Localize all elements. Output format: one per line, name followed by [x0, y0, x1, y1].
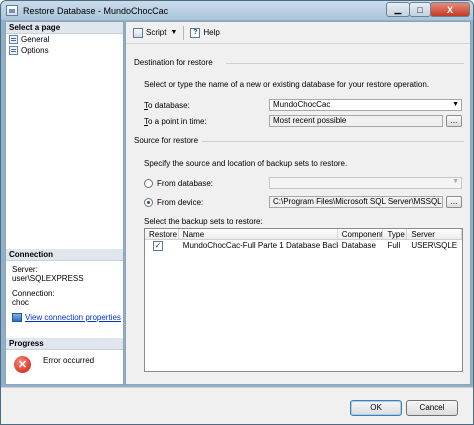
- minimize-button[interactable]: ▁: [386, 2, 410, 17]
- table-row[interactable]: ✓ MundoChocCac-Full Parte 1 Database Bac…: [145, 240, 462, 252]
- page-icon: [9, 35, 18, 44]
- restore-database-window: Restore Database - MundoChocCac ▁ □ X Se…: [0, 0, 474, 425]
- point-in-time-browse-button[interactable]: ...: [446, 115, 462, 127]
- left-pane: Select a page General Options Connection…: [5, 21, 124, 385]
- chevron-down-icon: ▼: [452, 178, 459, 185]
- progress-status[interactable]: ✕ Error occurred: [6, 350, 123, 373]
- page-item-options[interactable]: Options: [6, 45, 123, 56]
- maximize-button[interactable]: □: [409, 2, 431, 17]
- restore-cell: ✓: [145, 240, 179, 252]
- column-header-type[interactable]: Type: [383, 229, 408, 239]
- link-label: View connection properties: [25, 313, 121, 322]
- close-icon: X: [446, 4, 453, 15]
- window-controls: ▁ □ X: [386, 2, 470, 17]
- close-button[interactable]: X: [430, 2, 470, 17]
- connection-value: choc: [12, 298, 29, 307]
- point-in-time-field: Most recent possible: [269, 115, 443, 127]
- select-backup-sets-label: Select the backup sets to restore:: [144, 217, 263, 226]
- server-cell: USER\SQLE: [411, 241, 458, 250]
- help-button[interactable]: ? Help: [187, 25, 222, 41]
- destination-description: Select or type the name of a new or exis…: [144, 80, 430, 89]
- toolbar: Script ▼ ? Help: [126, 22, 470, 44]
- column-header-restore[interactable]: Restore: [145, 229, 179, 239]
- page-item-label: General: [21, 35, 50, 44]
- help-label: Help: [203, 28, 220, 37]
- column-header-component[interactable]: Component: [338, 229, 384, 239]
- server-value: user\SQLEXPRESS: [12, 274, 84, 283]
- toolbar-separator: [183, 25, 185, 40]
- progress-section: Progress ✕ Error occurred: [6, 338, 123, 373]
- progress-status-text: Error occurred: [43, 356, 95, 365]
- radio-icon: [144, 179, 153, 188]
- connection-details: Server: user\SQLEXPRESS Connection: choc: [6, 261, 123, 307]
- script-button[interactable]: Script ▼: [130, 25, 180, 41]
- from-device-radio[interactable]: From device:: [144, 198, 203, 207]
- error-icon: ✕: [14, 356, 31, 373]
- connection-properties-icon: [12, 313, 22, 322]
- minimize-icon: ▁: [394, 4, 402, 14]
- destination-divider: [226, 63, 464, 64]
- point-in-time-label-text: o a point in time:: [148, 117, 207, 126]
- connection-label: Connection:: [12, 289, 55, 298]
- name-cell: MundoChocCac-Full Parte 1 Database Backu…: [182, 241, 338, 250]
- script-icon: [133, 27, 143, 38]
- from-device-browse-button[interactable]: ...: [446, 196, 462, 208]
- window-app-icon: [6, 5, 18, 16]
- chevron-down-icon[interactable]: ▼: [452, 100, 459, 110]
- restore-checkbox[interactable]: ✓: [153, 241, 163, 251]
- progress-heading: Progress: [6, 338, 123, 350]
- type-cell: Full: [387, 241, 401, 250]
- from-device-path-field[interactable]: C:\Program Files\Microsoft SQL Server\MS…: [269, 196, 443, 208]
- to-database-label-text: o database:: [148, 101, 190, 110]
- column-header-name[interactable]: Name: [179, 229, 338, 239]
- view-connection-properties-link[interactable]: View connection properties: [6, 313, 123, 322]
- select-page-heading: Select a page: [6, 22, 123, 34]
- backup-sets-grid[interactable]: Restore Name Component Type Server ✓ Mun…: [144, 228, 463, 372]
- page-item-general[interactable]: General: [6, 34, 123, 45]
- window-title: Restore Database - MundoChocCac: [23, 5, 169, 16]
- title-bar: Restore Database - MundoChocCac ▁ □ X: [1, 1, 473, 20]
- column-header-server[interactable]: Server: [407, 229, 462, 239]
- page-item-label: Options: [21, 46, 49, 55]
- grid-header: Restore Name Component Type Server: [145, 229, 462, 240]
- script-label: Script: [146, 28, 167, 37]
- to-database-combo[interactable]: MundoChocCac ▼: [269, 99, 462, 111]
- from-database-label: From database:: [157, 179, 214, 188]
- source-divider: [202, 141, 464, 142]
- to-database-value: MundoChocCac: [273, 100, 331, 109]
- point-in-time-label: To a point in time:: [144, 117, 207, 126]
- from-device-label: From device:: [157, 198, 204, 207]
- chevron-down-icon[interactable]: ▼: [170, 29, 177, 36]
- connection-section: Connection Server: user\SQLEXPRESS Conne…: [6, 249, 123, 322]
- from-database-combo[interactable]: ▼: [269, 177, 462, 189]
- from-database-radio[interactable]: From database:: [144, 179, 213, 188]
- ok-button[interactable]: OK: [350, 400, 402, 416]
- to-database-label: To database:: [144, 101, 190, 110]
- cancel-button[interactable]: Cancel: [406, 400, 458, 416]
- component-cell: Database: [341, 241, 376, 250]
- source-heading: Source for restore: [134, 136, 199, 145]
- page-icon: [9, 46, 18, 55]
- dialog-button-bar: OK Cancel: [1, 387, 473, 424]
- source-description: Specify the source and location of backu…: [144, 159, 348, 168]
- maximize-icon: □: [417, 4, 423, 15]
- connection-heading: Connection: [6, 249, 123, 261]
- right-pane: Script ▼ ? Help Destination for restore …: [125, 21, 471, 385]
- help-icon: ?: [190, 27, 201, 38]
- radio-selected-icon: [144, 198, 153, 207]
- destination-heading: Destination for restore: [134, 58, 213, 67]
- server-label: Server:: [12, 265, 38, 274]
